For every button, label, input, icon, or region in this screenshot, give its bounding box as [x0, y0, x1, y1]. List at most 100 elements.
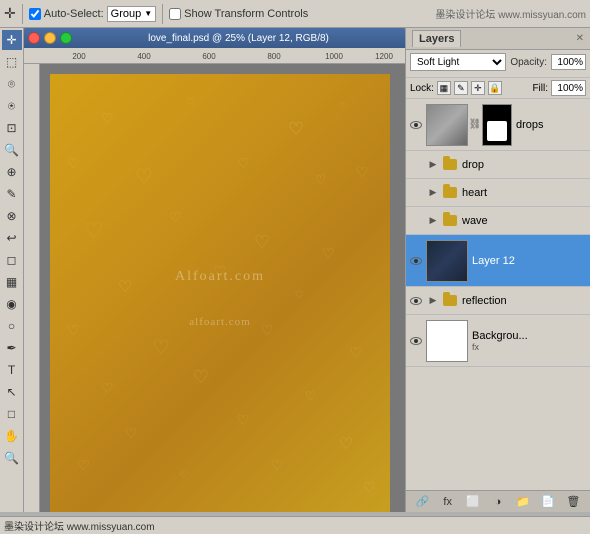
layers-tab-bar: Layers ✕: [406, 28, 590, 50]
text-tool-btn[interactable]: T: [2, 360, 22, 380]
layer-visibility-reflection[interactable]: [408, 293, 424, 309]
layer-row[interactable]: ⛓ drops: [406, 99, 590, 151]
lock-row: Lock: ▦ ✎ ✛ 🔒 Fill:: [406, 78, 590, 99]
expand-wave[interactable]: ▶: [426, 214, 440, 228]
new-layer-btn[interactable]: 📄: [537, 493, 559, 511]
expand-reflection[interactable]: ▶: [426, 294, 440, 308]
transform-checkbox[interactable]: [169, 8, 181, 20]
mask-img: [483, 105, 511, 145]
layer-row-selected[interactable]: Layer 12: [406, 235, 590, 287]
canvas-viewport: ♡ ♡ ♡ ♡ ♡ ♡ ♡ ♡ ♡ ♡ ♡ ♡ ♡ ♡ ♡: [40, 64, 405, 512]
shape-tool-btn[interactable]: □: [2, 404, 22, 424]
document-title: love_final.psd @ 25% (Layer 12, RGB/8): [76, 33, 401, 44]
layer-name-heart: heart: [462, 187, 588, 199]
marquee-tool-btn[interactable]: ⬚: [2, 52, 22, 72]
layer12-thumb-img: [427, 241, 467, 281]
fx-btn[interactable]: fx: [437, 493, 459, 511]
path-select-btn[interactable]: ↖: [2, 382, 22, 402]
layers-panel: Layers ✕ Soft Light Normal Multiply Scre…: [405, 28, 590, 512]
blend-mode-select[interactable]: Soft Light Normal Multiply Screen Overla…: [410, 53, 506, 71]
eyedropper-btn[interactable]: 🔍: [2, 140, 22, 160]
panel-close-btn[interactable]: ✕: [576, 33, 584, 44]
gradient-btn[interactable]: ▦: [2, 272, 22, 292]
folder-icon-drop: [442, 157, 458, 173]
fill-input[interactable]: [551, 80, 586, 96]
folder-icon-wave: [442, 213, 458, 229]
layer-row[interactable]: ▶ drop: [406, 151, 590, 179]
canvas-document: ♡ ♡ ♡ ♡ ♡ ♡ ♡ ♡ ♡ ♡ ♡ ♡ ♡ ♡ ♡: [50, 74, 390, 512]
move-tool-btn[interactable]: ✛: [2, 30, 22, 50]
lock-transparent-icon[interactable]: ▦: [437, 81, 451, 95]
canvas-watermark2: alfoart.com: [189, 316, 250, 328]
history-brush-btn[interactable]: ↩: [2, 228, 22, 248]
eye-pupil-reflection: [414, 299, 418, 303]
new-group-btn[interactable]: 📁: [512, 493, 534, 511]
blur-btn[interactable]: ◉: [2, 294, 22, 314]
expand-drop[interactable]: ▶: [426, 158, 440, 172]
drops-thumb-img: [427, 105, 467, 145]
folder-icon-reflection: [442, 293, 458, 309]
link-layers-btn[interactable]: 🔗: [412, 493, 434, 511]
layers-tab[interactable]: Layers: [412, 30, 461, 47]
hand-tool-btn[interactable]: ✋: [2, 426, 22, 446]
toolbar-separator: [22, 4, 23, 24]
layer-row[interactable]: ▶ reflection: [406, 287, 590, 315]
close-btn[interactable]: [28, 32, 40, 44]
lock-pixels-icon[interactable]: ✎: [454, 81, 468, 95]
pen-tool-btn[interactable]: ✒: [2, 338, 22, 358]
layer-name-drop: drop: [462, 159, 588, 171]
layers-list: ⛓ drops ▶ dr: [406, 99, 590, 490]
mask-thumbnail-drops: [482, 104, 512, 146]
layer-visibility-drops[interactable]: [408, 117, 424, 133]
site-watermark: 墨染设计论坛 www.missyuan.com: [435, 6, 586, 21]
zoom-tool-btn[interactable]: 🔍: [2, 448, 22, 468]
dodge-btn[interactable]: ○: [2, 316, 22, 336]
toolbox: ✛ ⬚ ⌾ ⍟ ⊡ 🔍 ⊕ ✎ ⊗ ↩ ◻ ▦ ◉ ○ ✒ T ↖ □ ✋ 🔍: [0, 28, 24, 512]
lock-position-icon[interactable]: ✛: [471, 81, 485, 95]
eraser-btn[interactable]: ◻: [2, 250, 22, 270]
layer-row[interactable]: ▶ wave: [406, 207, 590, 235]
ruler-num-800: 800: [267, 52, 280, 61]
layer-name-layer12: Layer 12: [472, 255, 588, 267]
ruler-container: ♡ ♡ ♡ ♡ ♡ ♡ ♡ ♡ ♡ ♡ ♡ ♡ ♡ ♡ ♡: [24, 64, 405, 512]
layer-info-layer12: Layer 12: [470, 255, 588, 267]
layer-visibility-heart[interactable]: [408, 185, 424, 201]
dropdown-arrow-icon: ▼: [144, 9, 152, 18]
layer-visibility-bg[interactable]: [408, 333, 424, 349]
layer-effects-bg: fx: [472, 342, 588, 352]
eye-icon-reflection: [410, 297, 422, 305]
lasso-tool-btn[interactable]: ⌾: [2, 74, 22, 94]
layer-thumbnail-bg: [426, 320, 468, 362]
expand-heart[interactable]: ▶: [426, 186, 440, 200]
add-mask-btn[interactable]: ⬜: [462, 493, 484, 511]
layer-name-reflection: reflection: [462, 295, 588, 307]
layer-visibility-wave[interactable]: [408, 213, 424, 229]
brush-tool-btn[interactable]: ✎: [2, 184, 22, 204]
layer-visibility-layer12[interactable]: [408, 253, 424, 269]
ruler-num-400: 400: [137, 52, 150, 61]
opacity-input[interactable]: [551, 54, 586, 70]
minimize-btn[interactable]: [44, 32, 56, 44]
layer-row[interactable]: Backgrou... fx: [406, 315, 590, 367]
group-dropdown[interactable]: Group ▼: [107, 6, 157, 22]
magic-wand-btn[interactable]: ⍟: [2, 96, 22, 116]
eye-pupil-layer12: [414, 259, 418, 263]
auto-select-checkbox[interactable]: [29, 8, 41, 20]
lock-all-icon[interactable]: 🔒: [488, 81, 502, 95]
adjustment-layer-btn[interactable]: ◑: [487, 493, 509, 511]
maximize-btn[interactable]: [60, 32, 72, 44]
link-chain-icon: ⛓: [470, 104, 480, 146]
layer-visibility-drop[interactable]: [408, 157, 424, 173]
crop-tool-btn[interactable]: ⊡: [2, 118, 22, 138]
layer-thumbnail-layer12: [426, 240, 468, 282]
toolbar-separator2: [162, 4, 163, 24]
bg-thumb-img: [427, 321, 467, 361]
layer-row[interactable]: ▶ heart: [406, 179, 590, 207]
folder-icon-heart: [442, 185, 458, 201]
blend-row: Soft Light Normal Multiply Screen Overla…: [410, 53, 586, 71]
delete-layer-btn[interactable]: 🗑: [562, 493, 584, 511]
move-tool-icon[interactable]: ✛: [4, 5, 16, 22]
heal-brush-btn[interactable]: ⊕: [2, 162, 22, 182]
status-bar: 墨染设计论坛 www.missyuan.com: [0, 516, 590, 534]
clone-stamp-btn[interactable]: ⊗: [2, 206, 22, 226]
